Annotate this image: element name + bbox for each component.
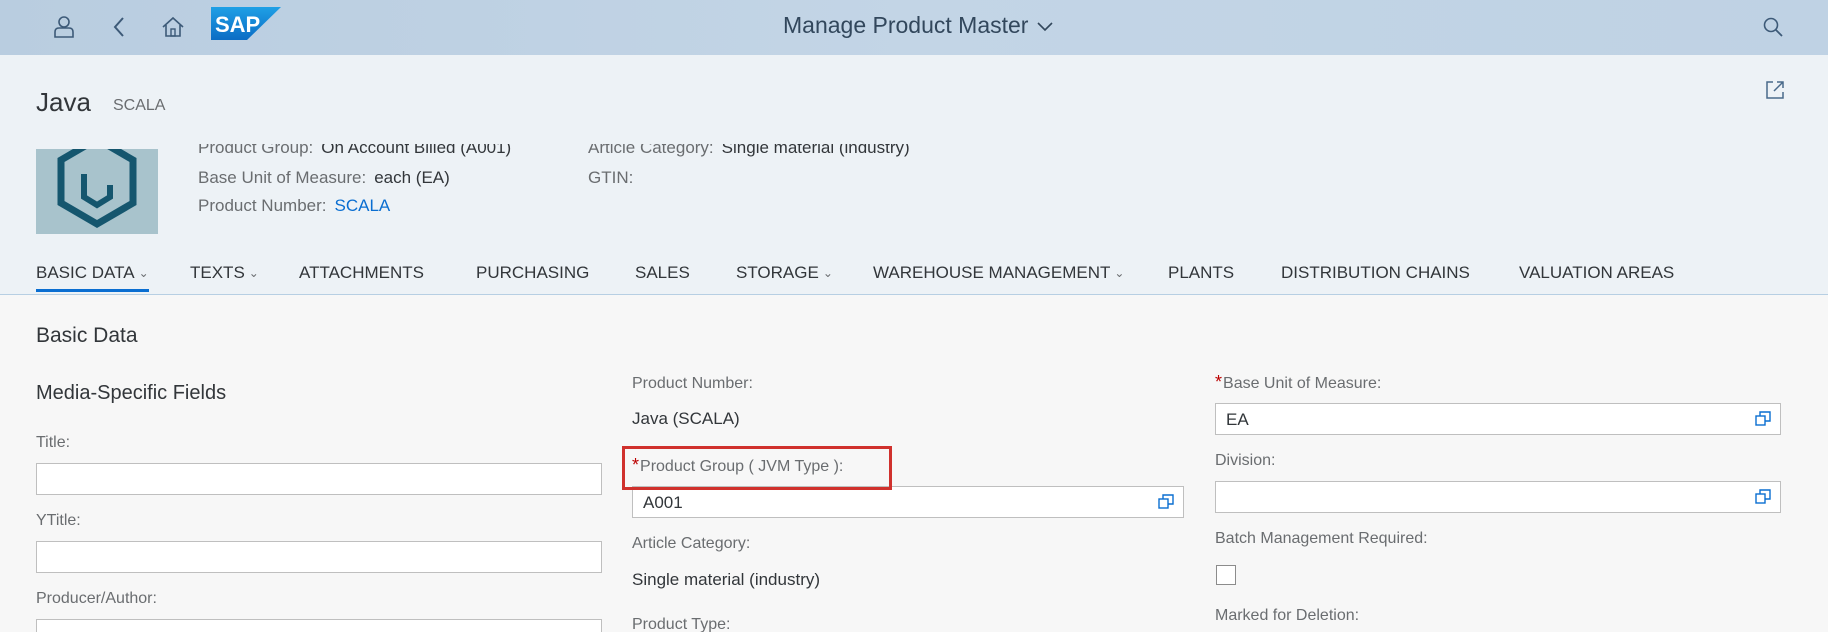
- tab-texts[interactable]: TEXTS ⌄: [190, 263, 259, 283]
- required-marker: *: [1215, 372, 1223, 392]
- tab-purchasing[interactable]: PURCHASING: [476, 263, 589, 283]
- tab-warehouse-management[interactable]: WAREHOUSE MANAGEMENT ⌄: [873, 263, 1124, 283]
- attr-base-unit: Base Unit of Measure: each (EA): [198, 168, 450, 187]
- section-title: Basic Data: [36, 324, 138, 347]
- attr-product-number: Product Number: SCALA: [198, 196, 391, 215]
- shell-bar: SAP Manage Product Master: [0, 0, 1828, 55]
- app-title-menu[interactable]: Manage Product Master: [783, 12, 1054, 39]
- value-help-icon[interactable]: [1754, 488, 1772, 506]
- tab-valuation-areas[interactable]: VALUATION AREAS: [1519, 263, 1674, 283]
- object-title: Java: [36, 87, 91, 117]
- attr-gtin: GTIN:: [588, 168, 634, 187]
- article-category-label: Article Category:: [632, 535, 751, 552]
- tab-storage[interactable]: STORAGE ⌄: [736, 263, 833, 283]
- search-icon[interactable]: [1758, 12, 1788, 42]
- value-help-icon[interactable]: [1157, 493, 1175, 511]
- batch-management-label: Batch Management Required:: [1215, 530, 1428, 547]
- share-icon[interactable]: [1764, 79, 1788, 103]
- ytitle-input[interactable]: [36, 541, 602, 573]
- base-unit-input[interactable]: EA: [1215, 403, 1781, 435]
- producer-author-label: Producer/Author:: [36, 590, 157, 607]
- tab-bar: BASIC DATA ⌄ TEXTS ⌄ ATTACHMENTS PURCHASIN…: [0, 255, 1828, 295]
- tab-plants[interactable]: PLANTS: [1168, 263, 1234, 283]
- producer-author-input[interactable]: [36, 619, 602, 632]
- value-help-icon[interactable]: [1754, 410, 1772, 428]
- chevron-down-icon: ⌄: [138, 266, 149, 280]
- product-number-value: Java (SCALA): [632, 409, 740, 428]
- home-icon[interactable]: [158, 12, 188, 42]
- group-title-media-fields: Media-Specific Fields: [36, 382, 227, 404]
- sap-logo[interactable]: SAP: [211, 7, 281, 40]
- chevron-down-icon: ⌄: [248, 266, 259, 280]
- title-label: Title:: [36, 434, 71, 451]
- marked-for-deletion-label: Marked for Deletion:: [1215, 607, 1360, 624]
- base-unit-label: *Base Unit of Measure:: [1215, 372, 1382, 392]
- chevron-down-icon: ⌄: [822, 266, 833, 280]
- back-icon[interactable]: [104, 12, 134, 42]
- product-number-label: Product Number:: [632, 375, 753, 392]
- batch-management-checkbox[interactable]: [1216, 565, 1236, 585]
- tab-distribution-chains[interactable]: DISTRIBUTION CHAINS: [1281, 263, 1470, 283]
- app-title: Manage Product Master: [783, 12, 1029, 38]
- product-type-label: Product Type:: [632, 616, 731, 632]
- division-input[interactable]: [1215, 481, 1781, 513]
- basic-data-section: Basic Data Media-Specific Fields Title: …: [0, 295, 1828, 632]
- product-number-link[interactable]: SCALA: [335, 196, 391, 215]
- article-category-value: Single material (industry): [632, 570, 821, 589]
- product-group-input[interactable]: A001: [632, 486, 1184, 518]
- tab-attachments[interactable]: ATTACHMENTS: [299, 263, 424, 283]
- tab-basic-data[interactable]: BASIC DATA ⌄: [36, 263, 149, 292]
- division-label: Division:: [1215, 452, 1276, 469]
- attr-product-group: Product Group: On Account Billed (A001): [198, 138, 512, 157]
- attr-article-category: Article Category: Single material (indust…: [588, 138, 910, 157]
- chevron-down-icon: ⌄: [1114, 266, 1125, 280]
- user-icon[interactable]: [49, 12, 79, 42]
- title-input[interactable]: [36, 463, 602, 495]
- object-subtitle: SCALA: [113, 97, 166, 114]
- svg-text:SAP: SAP: [215, 12, 260, 37]
- tab-sales[interactable]: SALES: [635, 263, 690, 283]
- ytitle-label: YTitle:: [36, 512, 81, 529]
- chevron-down-icon: [1037, 21, 1054, 31]
- highlight-box: [622, 446, 892, 490]
- product-image: [36, 149, 158, 234]
